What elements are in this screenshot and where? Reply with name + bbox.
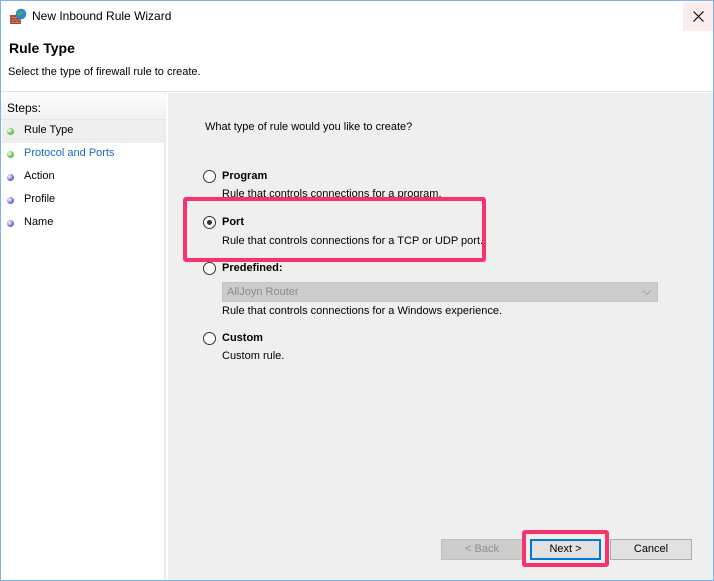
program-option-label[interactable]: Program <box>222 170 267 182</box>
step-status-icon <box>7 151 14 158</box>
steps-title: Steps: <box>7 101 42 115</box>
back-button[interactable]: < Back <box>441 539 523 560</box>
predefined-radio[interactable] <box>203 262 216 275</box>
step-status-icon <box>7 128 14 135</box>
step-label: Protocol and Ports <box>24 147 115 159</box>
title-bar: New Inbound Rule Wizard <box>1 1 713 32</box>
page-subtitle: Select the type of firewall rule to crea… <box>8 66 201 78</box>
cancel-button[interactable]: Cancel <box>610 539 692 560</box>
wizard-window: New Inbound Rule Wizard Rule Type Select… <box>0 0 714 581</box>
step-profile[interactable]: Profile <box>2 189 164 212</box>
program-radio[interactable] <box>203 170 216 183</box>
steps-header: Steps: <box>1 95 166 120</box>
window-title: New Inbound Rule Wizard <box>32 9 172 23</box>
step-status-icon <box>7 197 14 204</box>
step-label: Profile <box>24 193 56 205</box>
step-label: Rule Type <box>24 124 74 136</box>
step-status-icon <box>7 220 14 227</box>
close-button[interactable] <box>683 2 713 31</box>
header-divider <box>1 91 713 92</box>
step-protocol-and-ports[interactable]: Protocol and Ports <box>2 143 164 166</box>
step-action[interactable]: Action <box>2 166 164 189</box>
steps-panel: Steps: Rule Type Protocol and Ports Acti… <box>1 93 166 580</box>
wizard-header: Rule Type Select the type of firewall ru… <box>1 32 713 92</box>
step-name[interactable]: Name <box>2 212 164 235</box>
predefined-option-description: Rule that controls connections for a Win… <box>222 305 503 317</box>
firewall-app-icon <box>10 8 27 24</box>
predefined-option-label[interactable]: Predefined: <box>222 262 283 274</box>
close-icon <box>692 11 704 22</box>
predefined-rules-dropdown[interactable]: AllJoyn Router <box>222 282 658 302</box>
page-title: Rule Type <box>9 40 75 56</box>
step-label: Action <box>24 170 55 182</box>
dropdown-value: AllJoyn Router <box>227 286 299 298</box>
port-option-highlight <box>183 197 486 262</box>
custom-radio[interactable] <box>203 332 216 345</box>
step-rule-type[interactable]: Rule Type <box>2 120 164 143</box>
chevron-down-icon <box>642 290 652 296</box>
content-panel: What type of rule would you like to crea… <box>168 93 713 580</box>
custom-option-description: Custom rule. <box>222 350 285 362</box>
next-button[interactable]: Next > <box>530 539 601 560</box>
custom-option-label[interactable]: Custom <box>222 332 263 344</box>
step-status-icon <box>7 174 14 181</box>
step-label: Name <box>24 216 54 228</box>
rule-type-question: What type of rule would you like to crea… <box>205 121 413 133</box>
